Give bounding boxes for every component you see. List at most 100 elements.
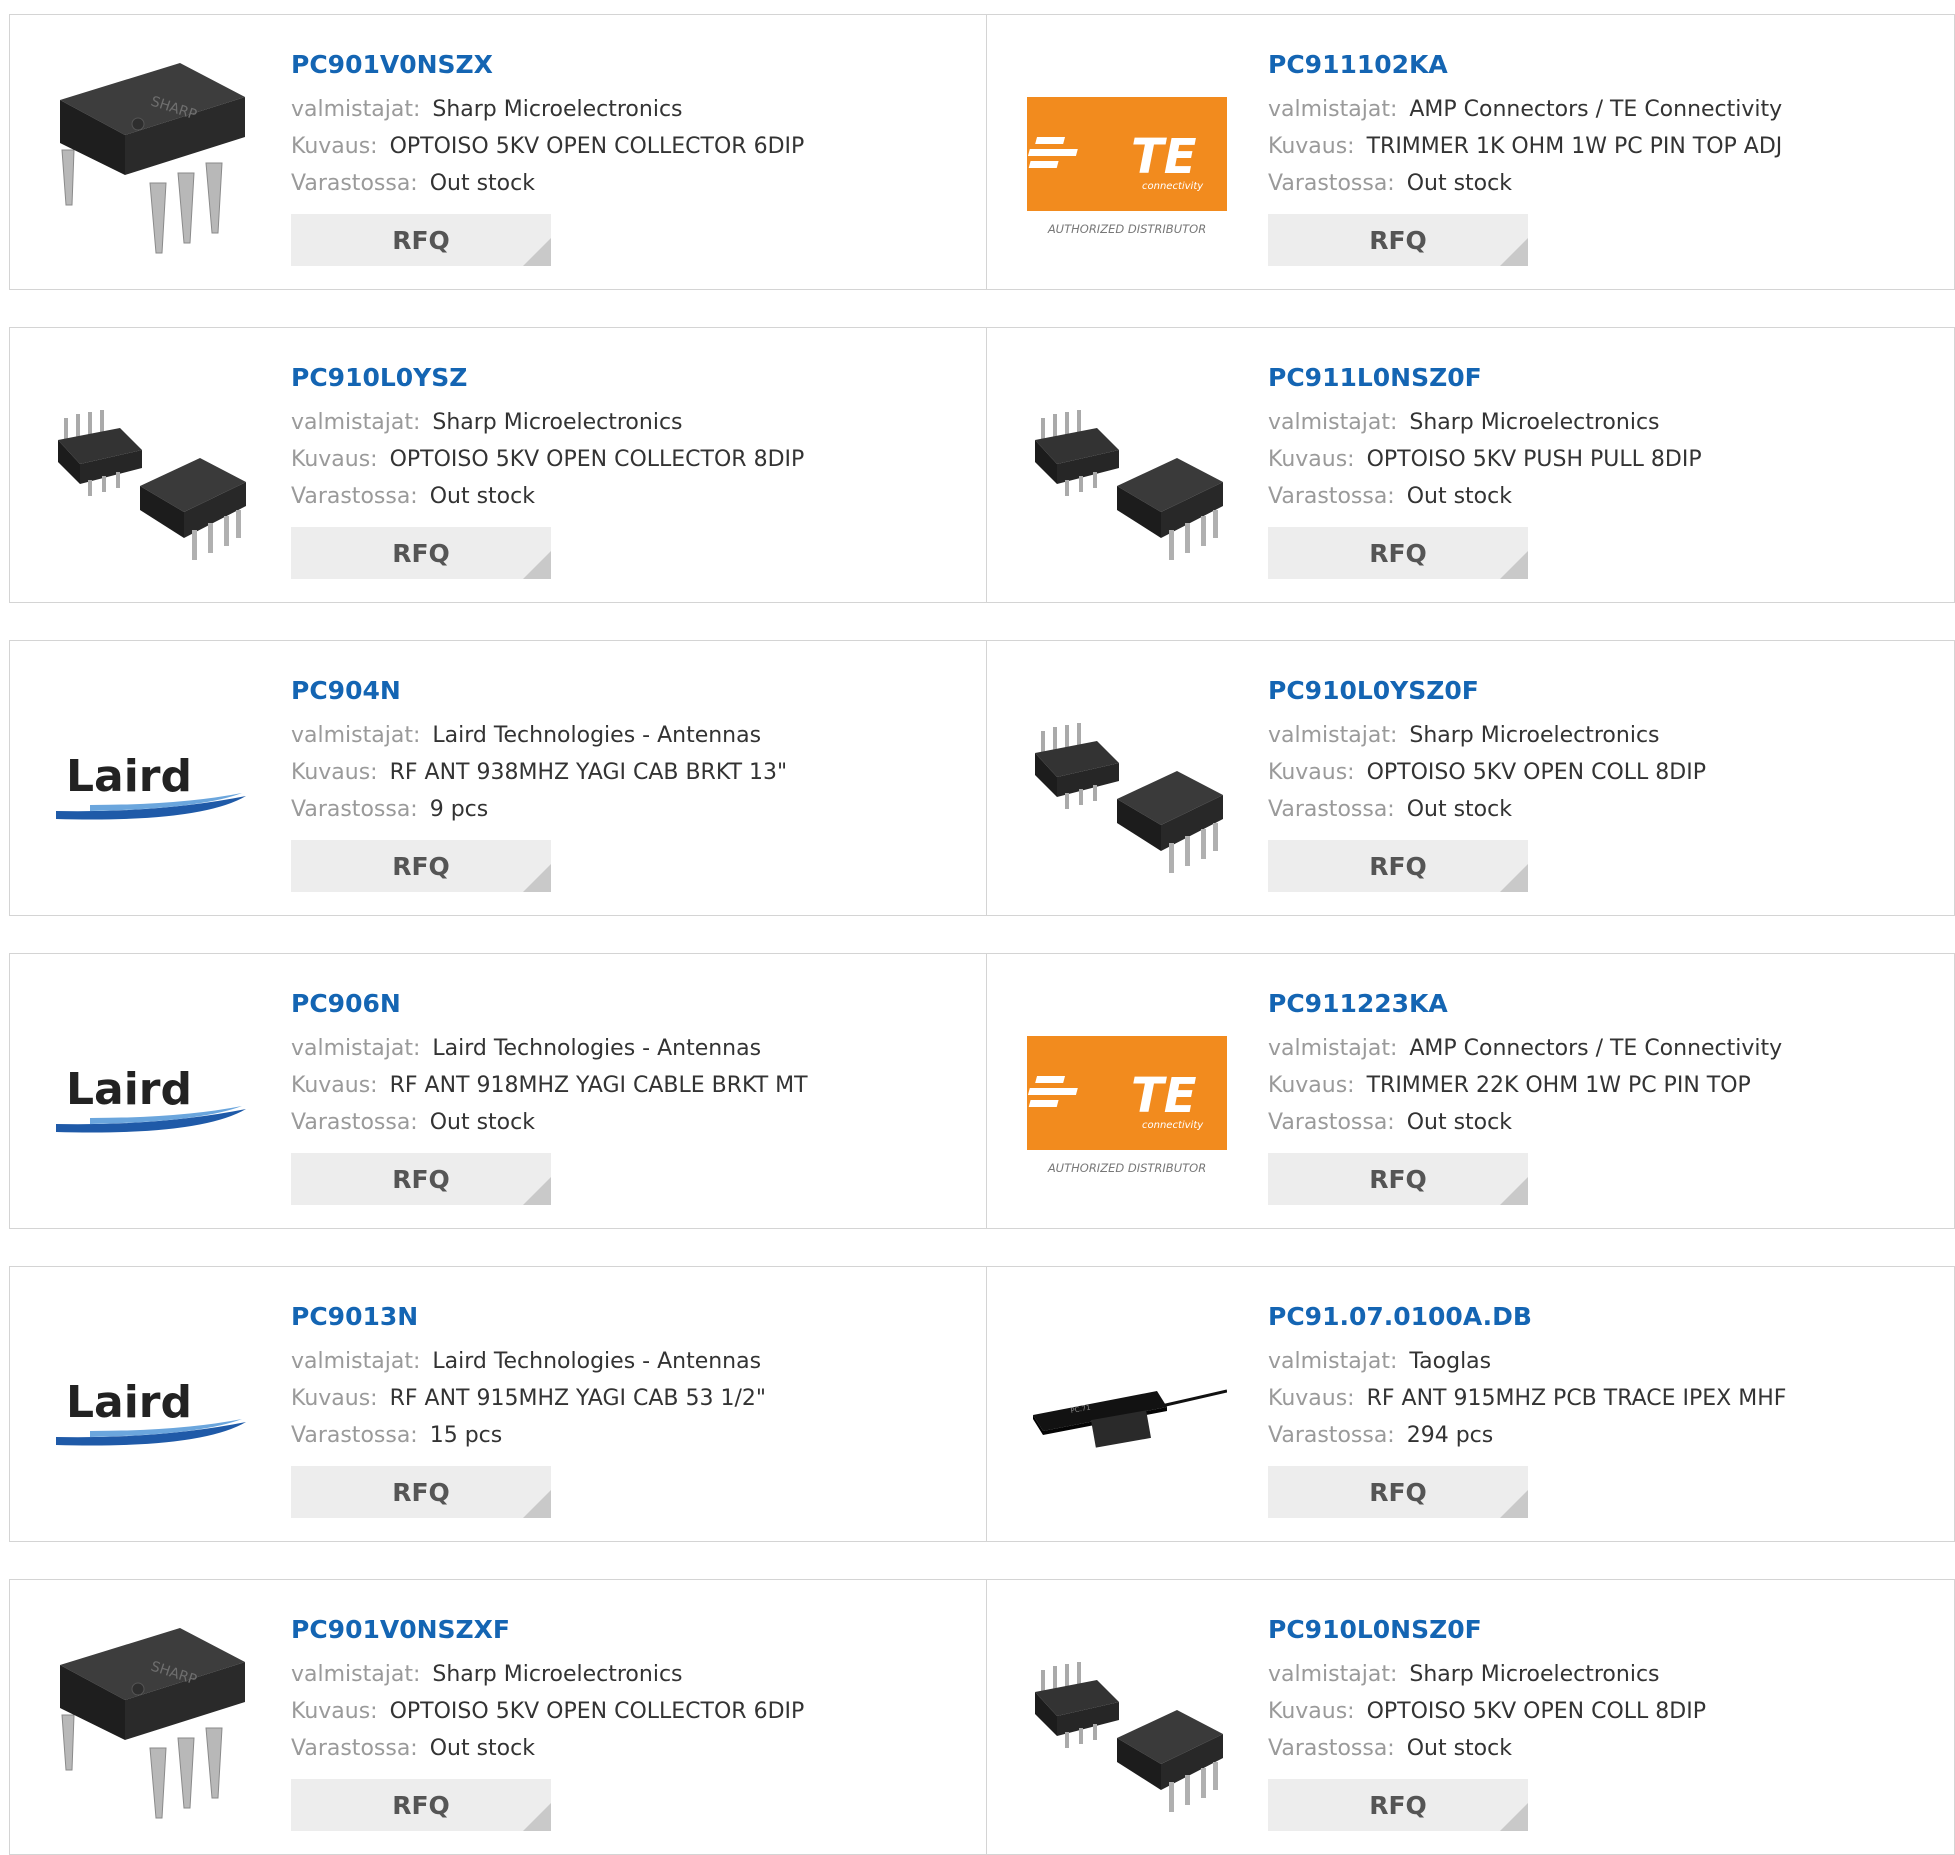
stock-value: 9 pcs [429,797,489,822]
manufacturer-label: valmistajat: [291,97,421,122]
product-image[interactable]: SHARP [50,1620,250,1820]
rfq-button[interactable]: RFQ [291,1153,551,1205]
product-image[interactable] [1027,1620,1227,1820]
product-title-link[interactable]: PC91.07.0100A.DB [1268,1297,1944,1337]
stock-value: Out stock [1406,171,1512,196]
product-title-link[interactable]: PC906N [291,984,977,1024]
product-image[interactable]: Laird [50,681,250,881]
product-title-link[interactable]: PC901V0NSZXF [291,1610,977,1650]
description-label: Kuvaus: [1268,134,1355,159]
description-value: TRIMMER 22K OHM 1W PC PIN TOP [1366,1073,1751,1098]
svg-text:TE: TE [1131,129,1197,185]
product-image[interactable] [1027,681,1227,881]
rfq-button[interactable]: RFQ [1268,214,1528,266]
dip8-pair-icon [1035,723,1223,873]
stock-value: Out stock [1406,484,1512,509]
manufacturer-row: valmistajat: AMP Connectors / TE Connecti… [1268,1030,1944,1067]
description-value: OPTOISO 5KV OPEN COLL 8DIP [1366,1699,1706,1724]
description-value: OPTOISO 5KV OPEN COLL 8DIP [1366,760,1706,785]
description-value: RF ANT 918MHZ YAGI CABLE BRKT MT [389,1073,808,1098]
product-info: PC911L0NSZ0F valmistajat: Sharp Microelec… [1268,358,1944,579]
product-card-pc911223ka: TE connectivity AUTHORIZED DISTRIBUTOR P… [986,953,1955,1229]
stock-row: Varastossa: Out stock [1268,165,1944,202]
sharp-6dip-icon: SHARP [60,1628,245,1819]
laird-logo-text: Laird [66,1064,192,1115]
manufacturer-label: valmistajat: [1268,410,1398,435]
stock-label: Varastossa: [1268,1110,1395,1135]
stock-label: Varastossa: [1268,1423,1395,1448]
description-label: Kuvaus: [1268,1386,1355,1411]
product-image[interactable] [1027,368,1227,568]
description-row: Kuvaus: RF ANT 915MHZ PCB TRACE IPEX MHF [1268,1380,1944,1417]
description-label: Kuvaus: [291,134,378,159]
product-image[interactable]: Laird [50,1307,250,1507]
stock-value: Out stock [429,1736,535,1761]
product-info: PC911223KA valmistajat: AMP Connectors / … [1268,984,1944,1205]
description-value: TRIMMER 1K OHM 1W PC PIN TOP ADJ [1366,134,1783,159]
description-row: Kuvaus: RF ANT 918MHZ YAGI CABLE BRKT MT [291,1067,977,1104]
description-row: Kuvaus: TRIMMER 1K OHM 1W PC PIN TOP ADJ [1268,128,1944,165]
dip8-pair-icon [58,410,246,560]
description-row: Kuvaus: OPTOISO 5KV OPEN COLLECTOR 6DIP [291,128,977,165]
laird-logo: Laird [56,1377,246,1446]
manufacturer-row: valmistajat: Sharp Microelectronics [1268,717,1944,754]
manufacturer-value: Laird Technologies - Antennas [432,1349,762,1374]
rfq-button[interactable]: RFQ [291,1779,551,1831]
manufacturer-value: Laird Technologies - Antennas [432,723,762,748]
description-label: Kuvaus: [291,1699,378,1724]
product-title-link[interactable]: PC910L0YSZ0F [1268,671,1944,711]
product-title-link[interactable]: PC910L0NSZ0F [1268,1610,1944,1650]
rfq-button[interactable]: RFQ [291,214,551,266]
manufacturer-value: Laird Technologies - Antennas [432,1036,762,1061]
description-label: Kuvaus: [291,760,378,785]
product-image[interactable]: SHARP [50,55,250,255]
manufacturer-label: valmistajat: [1268,97,1398,122]
stock-row: Varastossa: 15 pcs [291,1417,977,1454]
product-title-link[interactable]: PC911223KA [1268,984,1944,1024]
product-title-link[interactable]: PC904N [291,671,977,711]
rfq-button[interactable]: RFQ [1268,840,1528,892]
manufacturer-row: valmistajat: Sharp Microelectronics [291,404,977,441]
manufacturer-label: valmistajat: [291,723,421,748]
laird-logo: Laird [56,1064,246,1133]
stock-label: Varastossa: [291,1423,418,1448]
description-row: Kuvaus: OPTOISO 5KV OPEN COLL 8DIP [1268,1693,1944,1730]
product-title-link[interactable]: PC910L0YSZ [291,358,977,398]
laird-logo-text: Laird [66,751,192,802]
product-image[interactable]: TE connectivity AUTHORIZED DISTRIBUTOR [1027,55,1227,255]
rfq-button[interactable]: RFQ [1268,1466,1528,1518]
product-info: PC904N valmistajat: Laird Technologies - … [291,671,977,892]
laird-logo: Laird [56,751,246,820]
rfq-button[interactable]: RFQ [1268,1779,1528,1831]
manufacturer-row: valmistajat: Laird Technologies - Antenna… [291,1343,977,1380]
rfq-button[interactable]: RFQ [291,840,551,892]
product-card-pc911102ka: TE connectivity AUTHORIZED DISTRIBUTOR P… [986,14,1955,290]
manufacturer-value: Taoglas [1409,1349,1492,1374]
description-value: RF ANT 915MHZ YAGI CAB 53 1/2" [389,1386,766,1411]
manufacturer-row: valmistajat: Sharp Microelectronics [291,1656,977,1693]
stock-value: 15 pcs [429,1423,503,1448]
product-title-link[interactable]: PC911L0NSZ0F [1268,358,1944,398]
description-row: Kuvaus: OPTOISO 5KV OPEN COLLECTOR 6DIP [291,1693,977,1730]
svg-text:TE: TE [1131,1068,1197,1124]
rfq-button[interactable]: RFQ [1268,1153,1528,1205]
product-title-link[interactable]: PC9013N [291,1297,977,1337]
product-title-link[interactable]: PC911102KA [1268,45,1944,85]
product-info: PC910L0YSZ valmistajat: Sharp Microelectr… [291,358,977,579]
laird-logo-text: Laird [66,1377,192,1428]
product-title-link[interactable]: PC901V0NSZX [291,45,977,85]
product-image[interactable]: PC.71 [1027,1307,1227,1507]
product-image[interactable]: Laird [50,994,250,1194]
rfq-button[interactable]: RFQ [291,1466,551,1518]
description-value: OPTOISO 5KV OPEN COLLECTOR 6DIP [389,1699,805,1724]
rfq-button[interactable]: RFQ [1268,527,1528,579]
manufacturer-row: valmistajat: Laird Technologies - Antenna… [291,1030,977,1067]
rfq-button[interactable]: RFQ [291,527,551,579]
product-image[interactable]: TE connectivity AUTHORIZED DISTRIBUTOR [1027,994,1227,1194]
product-info: PC91.07.0100A.DB valmistajat: Taoglas Kuv… [1268,1297,1944,1518]
stock-label: Varastossa: [291,484,418,509]
product-info: PC911102KA valmistajat: AMP Connectors / … [1268,45,1944,266]
stock-row: Varastossa: Out stock [1268,1730,1944,1767]
stock-row: Varastossa: Out stock [291,1104,977,1141]
product-image[interactable] [50,368,250,568]
